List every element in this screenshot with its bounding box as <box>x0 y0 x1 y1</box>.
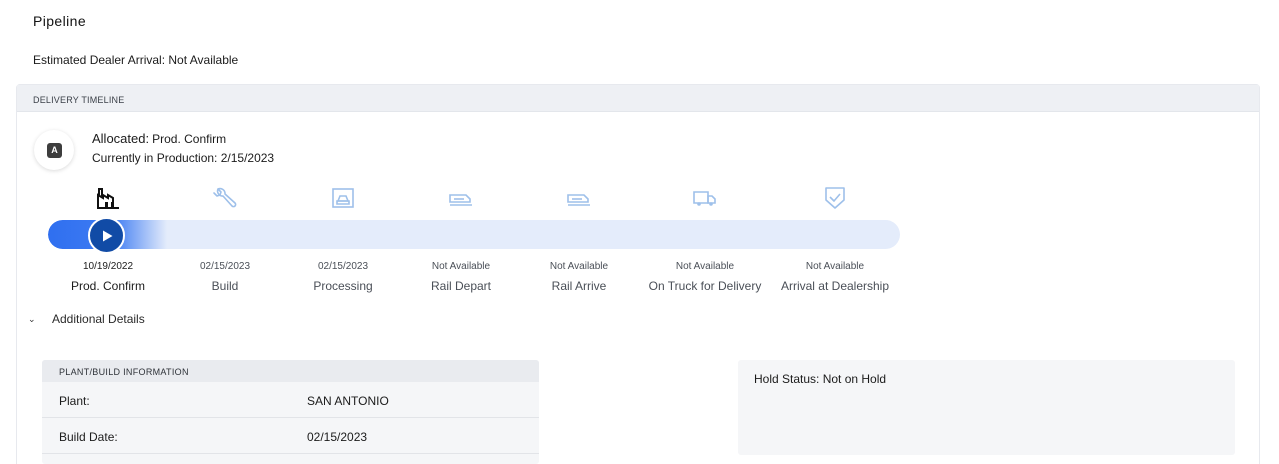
allocation-status: Allocated: Prod. Confirm <box>92 131 226 146</box>
additional-details-label: Additional Details <box>52 312 145 326</box>
stage-date-prod-confirm: 10/19/2022 <box>82 261 134 272</box>
stage-date-on-truck: Not Available <box>675 261 735 272</box>
table-row: Plant: SAN ANTONIO <box>42 382 539 418</box>
play-icon <box>102 230 112 241</box>
play-button[interactable] <box>88 217 125 254</box>
estimated-dealer-arrival: Estimated Dealer Arrival: Not Available <box>33 53 239 67</box>
status-label: Allocated: <box>92 131 150 146</box>
additional-details-toggle[interactable]: ⌄ Additional Details <box>28 312 145 326</box>
stage-label-on-truck: On Truck for Delivery <box>648 279 762 293</box>
build-date-value: 02/15/2023 <box>307 430 368 444</box>
status-badge: A <box>34 130 74 170</box>
factory-icon <box>95 186 121 210</box>
production-status: Currently in Production: 2/15/2023 <box>92 151 275 165</box>
stage-date-arrival: Not Available <box>805 261 865 272</box>
hold-status: Hold Status: Not on Hold <box>754 372 887 386</box>
processing-icon <box>330 186 356 210</box>
page-title: Pipeline <box>33 13 87 29</box>
plant-key: Plant: <box>59 394 90 408</box>
plant-build-info-card: PLANT/BUILD INFORMATION Plant: SAN ANTON… <box>42 360 539 464</box>
table-row: Build Date: 02/15/2023 <box>42 418 539 454</box>
stage-date-processing: 02/15/2023 <box>317 261 369 272</box>
rail-arrive-icon <box>566 186 592 210</box>
wrench-icon <box>212 186 238 210</box>
plant-value: SAN ANTONIO <box>307 394 389 408</box>
stage-label-rail-arrive: Rail Arrive <box>551 279 607 293</box>
status-badge-letter: A <box>47 143 62 158</box>
hold-status-card: Hold Status: Not on Hold <box>738 360 1235 455</box>
plant-build-info-header: PLANT/BUILD INFORMATION <box>42 360 539 382</box>
delivery-timeline-header: DELIVERY TIMELINE <box>17 85 1259 112</box>
status-detail: Prod. Confirm <box>152 132 227 146</box>
build-date-key: Build Date: <box>59 430 118 444</box>
stage-label-arrival: Arrival at Dealership <box>780 279 890 293</box>
rail-depart-icon <box>448 186 474 210</box>
progress-track <box>48 220 900 249</box>
stage-date-rail-depart: Not Available <box>431 261 491 272</box>
stage-date-rail-arrive: Not Available <box>549 261 609 272</box>
stage-date-build: 02/15/2023 <box>199 261 251 272</box>
shield-check-icon <box>822 186 848 210</box>
truck-icon <box>692 186 718 210</box>
chevron-down-icon: ⌄ <box>28 313 36 324</box>
